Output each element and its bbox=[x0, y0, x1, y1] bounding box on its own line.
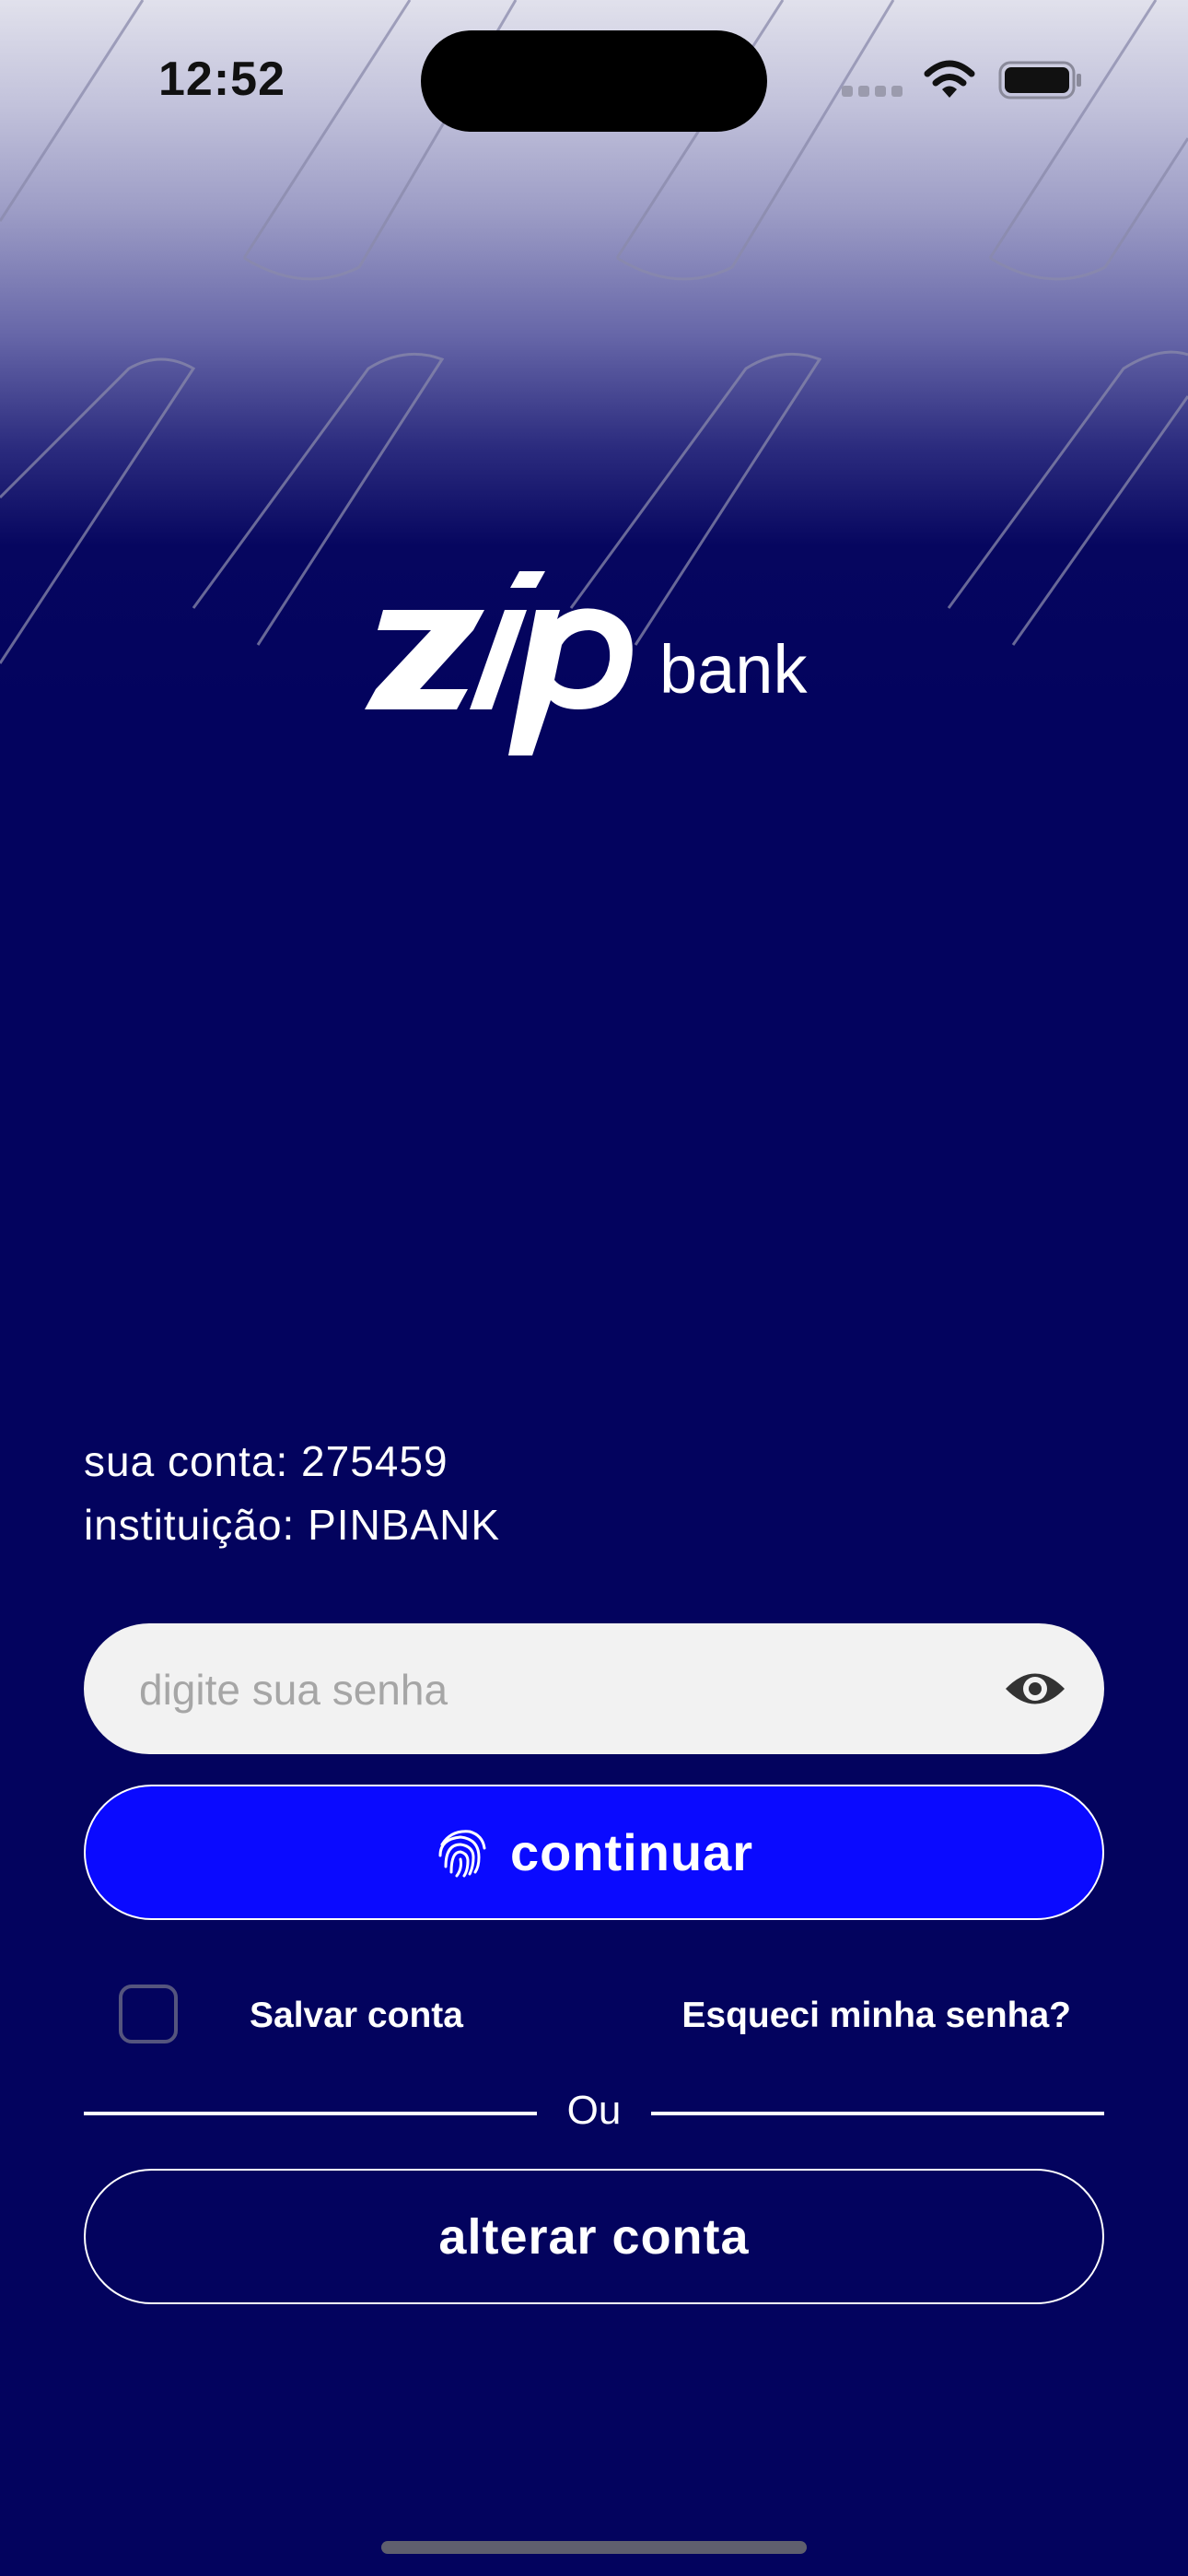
zipbank-logo-mark: bank bbox=[365, 571, 808, 755]
status-bar: 12:52 bbox=[0, 0, 1188, 157]
zipbank-logo: bank bbox=[365, 571, 829, 774]
change-account-button[interactable]: alterar conta bbox=[84, 2169, 1104, 2304]
eye-icon[interactable] bbox=[1003, 1666, 1067, 1712]
dynamic-island bbox=[421, 30, 767, 132]
options-row: Salvar conta Esqueci minha senha? bbox=[84, 1981, 1104, 2055]
continue-button-label: continuar bbox=[509, 1823, 754, 1881]
save-account-checkbox[interactable] bbox=[119, 1985, 178, 2043]
account-info: sua conta: 275459 instituição: PINBANK bbox=[84, 1430, 500, 1557]
battery-icon bbox=[998, 61, 1081, 100]
divider-label: Ou bbox=[566, 2088, 622, 2133]
institution-name: instituição: PINBANK bbox=[84, 1501, 501, 1549]
or-divider: Ou bbox=[84, 2086, 1104, 2141]
account-number: sua conta: 275459 bbox=[84, 1437, 448, 1485]
cellular-signal-icon bbox=[842, 85, 908, 101]
home-indicator bbox=[381, 2541, 807, 2554]
forgot-password-link[interactable]: Esqueci minha senha? bbox=[681, 1996, 1071, 2036]
logo-suffix: bank bbox=[659, 631, 808, 708]
password-input[interactable] bbox=[137, 1623, 970, 1756]
wifi-icon bbox=[924, 60, 975, 98]
divider-line-right bbox=[651, 2112, 1104, 2115]
status-time: 12:52 bbox=[158, 53, 285, 106]
password-field bbox=[84, 1623, 1104, 1756]
fingerprint-icon bbox=[438, 1829, 486, 1877]
continue-button[interactable]: continuar bbox=[84, 1785, 1104, 1920]
save-account-label[interactable]: Salvar conta bbox=[250, 1996, 463, 2036]
